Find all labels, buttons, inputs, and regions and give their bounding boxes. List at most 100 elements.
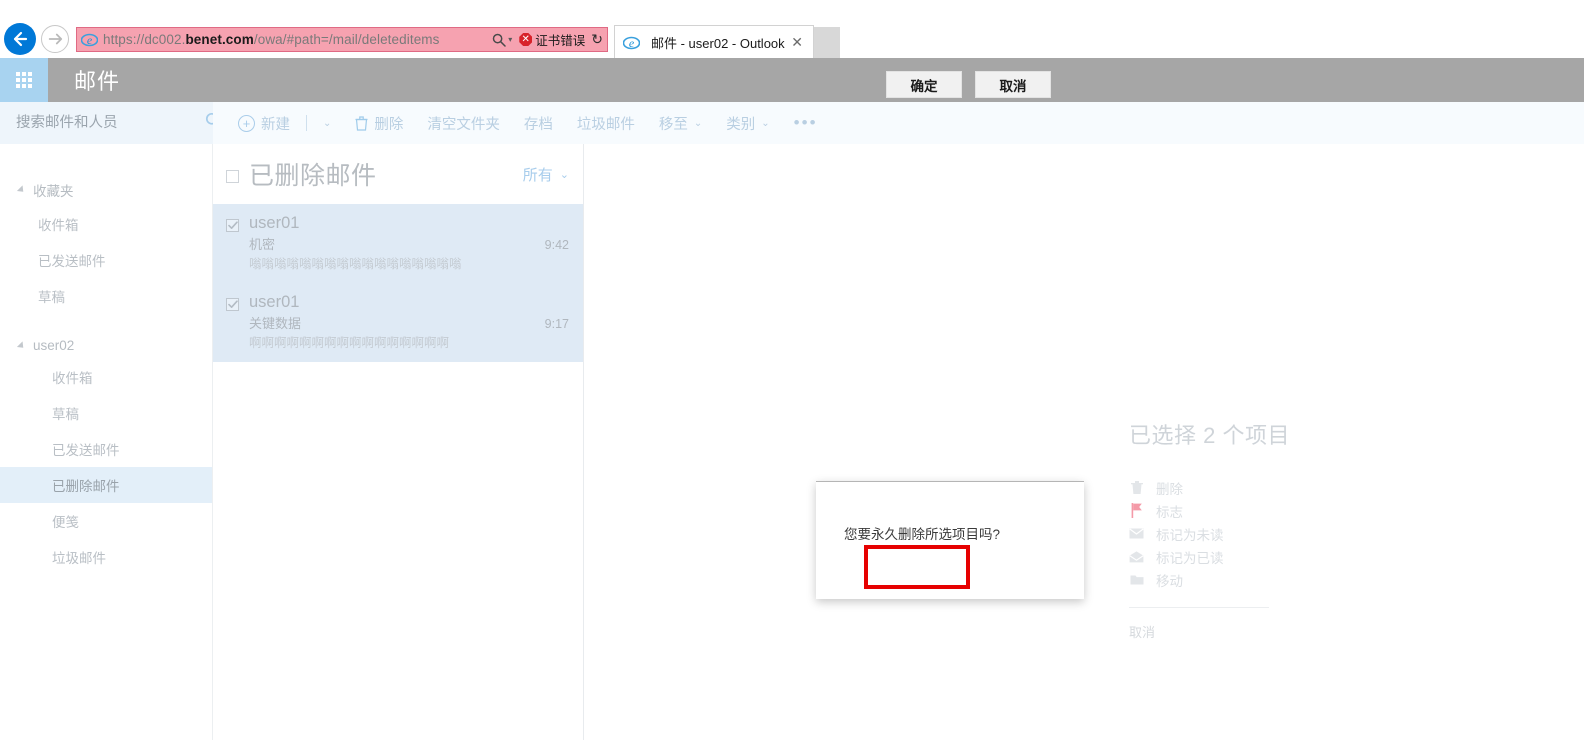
sidebar-group-favorites[interactable]: 收藏夹 [0, 174, 212, 206]
empty-folder-label: 清空文件夹 [427, 116, 500, 133]
selection-delete-action[interactable]: 删除 [1129, 476, 1429, 499]
sidebar-item-deleted[interactable]: 已删除邮件 [0, 467, 212, 503]
message-line-sender: user01 [249, 214, 569, 233]
sidebar-item-notes[interactable]: 便笺 [0, 503, 212, 539]
sidebar-item-sent[interactable]: 已发送邮件 [0, 431, 212, 467]
command-bar: + 新建 ⌄ 删除 清空文件夹 存档 垃圾邮件 移至 ⌄ 类别 ⌄ ••• [213, 102, 1584, 144]
back-arrow-icon [13, 31, 28, 47]
search-input[interactable] [14, 114, 205, 132]
check-icon [227, 300, 238, 308]
new-button[interactable]: + 新建 [238, 102, 302, 144]
url-suffix: /owa/#path=/mail/deleteditems [253, 32, 440, 47]
envelope-closed-icon [1129, 528, 1144, 539]
selection-flag-label: 标志 [1156, 504, 1183, 520]
page-title: 邮件 [74, 69, 121, 94]
message-rows: user01 机密 9:42 嗡嗡嗡嗡嗡嗡嗡嗡嗡嗡嗡嗡嗡嗡嗡嗡嗡 user01 [213, 204, 583, 362]
message-preview: 啊啊啊啊啊啊啊啊啊啊啊啊啊啊啊啊 [249, 336, 450, 350]
junk-label: 垃圾邮件 [576, 116, 635, 133]
address-dropdown-caret-icon[interactable]: ▾ [508, 35, 512, 44]
envelope-open-icon [1129, 550, 1144, 563]
selection-move-action[interactable]: 移动 [1129, 568, 1429, 591]
dialog-message: 您要永久删除所选项目吗? [844, 527, 1001, 542]
list-filter-dropdown[interactable]: 所有 ⌄ [523, 164, 569, 185]
address-search-icon[interactable] [492, 33, 506, 47]
new-tab-button[interactable] [814, 27, 840, 58]
window-title-strip [0, 0, 1584, 18]
sidebar-item-fav-drafts[interactable]: 草稿 [0, 278, 212, 314]
message-time: 9:42 [544, 238, 569, 252]
browser-chrome: e https://dc002.benet.com/owa/#path=/mai… [0, 0, 1584, 58]
check-icon [227, 221, 238, 229]
back-button[interactable] [4, 23, 36, 55]
dialog-confirm-button[interactable]: 确定 [886, 71, 962, 98]
selection-flag-action[interactable]: 标志 [1129, 499, 1429, 522]
triangle-expanded-icon [16, 340, 27, 351]
reading-pane: 已选择 2 个项目 删除 标志 标记为未读 标记为已读 移动 取消 [584, 144, 1584, 740]
message-checkbox[interactable] [226, 298, 239, 311]
table-row[interactable]: user01 关键数据 9:17 啊啊啊啊啊啊啊啊啊啊啊啊啊啊啊啊 [213, 283, 583, 362]
sidebar-item-junk[interactable]: 垃圾邮件 [0, 539, 212, 575]
message-checkbox[interactable] [226, 219, 239, 232]
app-launcher-button[interactable] [0, 58, 48, 102]
selection-mark-read-action[interactable]: 标记为已读 [1129, 545, 1429, 568]
archive-button[interactable]: 存档 [512, 102, 565, 144]
url-domain: benet.com [185, 32, 254, 47]
empty-folder-button[interactable]: 清空文件夹 [415, 102, 512, 144]
chrome-empty-area [840, 18, 1584, 58]
message-line-subject: 机密 9:42 [249, 234, 569, 253]
forward-button[interactable] [41, 25, 69, 53]
address-bar[interactable]: e https://dc002.benet.com/owa/#path=/mai… [76, 27, 608, 52]
refresh-icon[interactable]: ↻ [591, 31, 603, 48]
table-row[interactable]: user01 机密 9:42 嗡嗡嗡嗡嗡嗡嗡嗡嗡嗡嗡嗡嗡嗡嗡嗡嗡 [213, 204, 583, 283]
message-content: user01 机密 9:42 嗡嗡嗡嗡嗡嗡嗡嗡嗡嗡嗡嗡嗡嗡嗡嗡嗡 [249, 214, 569, 273]
delete-button[interactable]: 删除 [343, 102, 415, 144]
selection-mark-unread-action[interactable]: 标记为未读 [1129, 522, 1429, 545]
flag-icon [1129, 503, 1144, 518]
selection-mark-unread-label: 标记为未读 [1156, 527, 1224, 543]
category-button[interactable]: 类别 ⌄ [714, 102, 781, 144]
select-all-checkbox[interactable] [226, 169, 239, 183]
trash-icon [1129, 480, 1144, 495]
message-line-subject: 关键数据 9:17 [249, 313, 569, 332]
url-prefix: https://dc002. [103, 32, 186, 47]
forward-arrow-icon [48, 33, 63, 45]
sidebar-group-spacer [0, 314, 212, 332]
chevron-down-icon: ⌄ [761, 117, 770, 129]
message-list-header: 已删除邮件 所有 ⌄ [213, 144, 583, 204]
sidebar-item-fav-sent[interactable]: 已发送邮件 [0, 242, 212, 278]
selection-cancel-link[interactable]: 取消 [1129, 622, 1429, 641]
chevron-down-icon: ⌄ [323, 117, 332, 129]
search-box[interactable] [0, 102, 222, 144]
selection-delete-label: 删除 [1156, 481, 1183, 497]
message-sender: user01 [249, 293, 300, 311]
sidebar-item-drafts[interactable]: 草稿 [0, 395, 212, 431]
sidebar-group-account[interactable]: user02 [0, 332, 212, 359]
message-preview: 嗡嗡嗡嗡嗡嗡嗡嗡嗡嗡嗡嗡嗡嗡嗡嗡嗡 [249, 257, 462, 271]
svg-text:e: e [629, 36, 635, 50]
list-filter-label: 所有 [522, 166, 553, 184]
plus-icon: + [238, 114, 255, 132]
delete-button-label: 删除 [374, 116, 404, 133]
sidebar-item-inbox[interactable]: 收件箱 [0, 359, 212, 395]
junk-button[interactable]: 垃圾邮件 [565, 102, 647, 144]
dialog-cancel-button[interactable]: 取消 [975, 71, 1051, 98]
tab-close-icon[interactable]: ✕ [787, 34, 807, 51]
svg-text:e: e [87, 33, 93, 47]
selection-mark-read-label: 标记为已读 [1156, 550, 1224, 566]
tab-title: 邮件 - user02 - Outlook [651, 35, 785, 51]
trash-icon [355, 115, 368, 131]
certificate-error-badge[interactable]: ✕ 证书错误 [519, 30, 585, 49]
move-to-label: 移至 [658, 116, 688, 133]
confirm-dialog: 您要永久删除所选项目吗? [816, 481, 1084, 599]
folder-title: 已删除邮件 [249, 162, 377, 190]
browser-tab[interactable]: e 邮件 - user02 - Outlook ✕ [614, 25, 814, 58]
archive-label: 存档 [523, 116, 553, 133]
new-dropdown-button[interactable]: ⌄ [311, 102, 343, 144]
certificate-error-label: 证书错误 [535, 34, 586, 48]
sidebar-item-fav-inbox[interactable]: 收件箱 [0, 206, 212, 242]
message-time: 9:17 [544, 317, 569, 331]
sidebar-group-favorites-label: 收藏夹 [33, 184, 74, 199]
selection-title: 已选择 2 个项目 [1129, 423, 1290, 448]
move-to-button[interactable]: 移至 ⌄ [647, 102, 714, 144]
more-options-button[interactable]: ••• [782, 113, 830, 133]
